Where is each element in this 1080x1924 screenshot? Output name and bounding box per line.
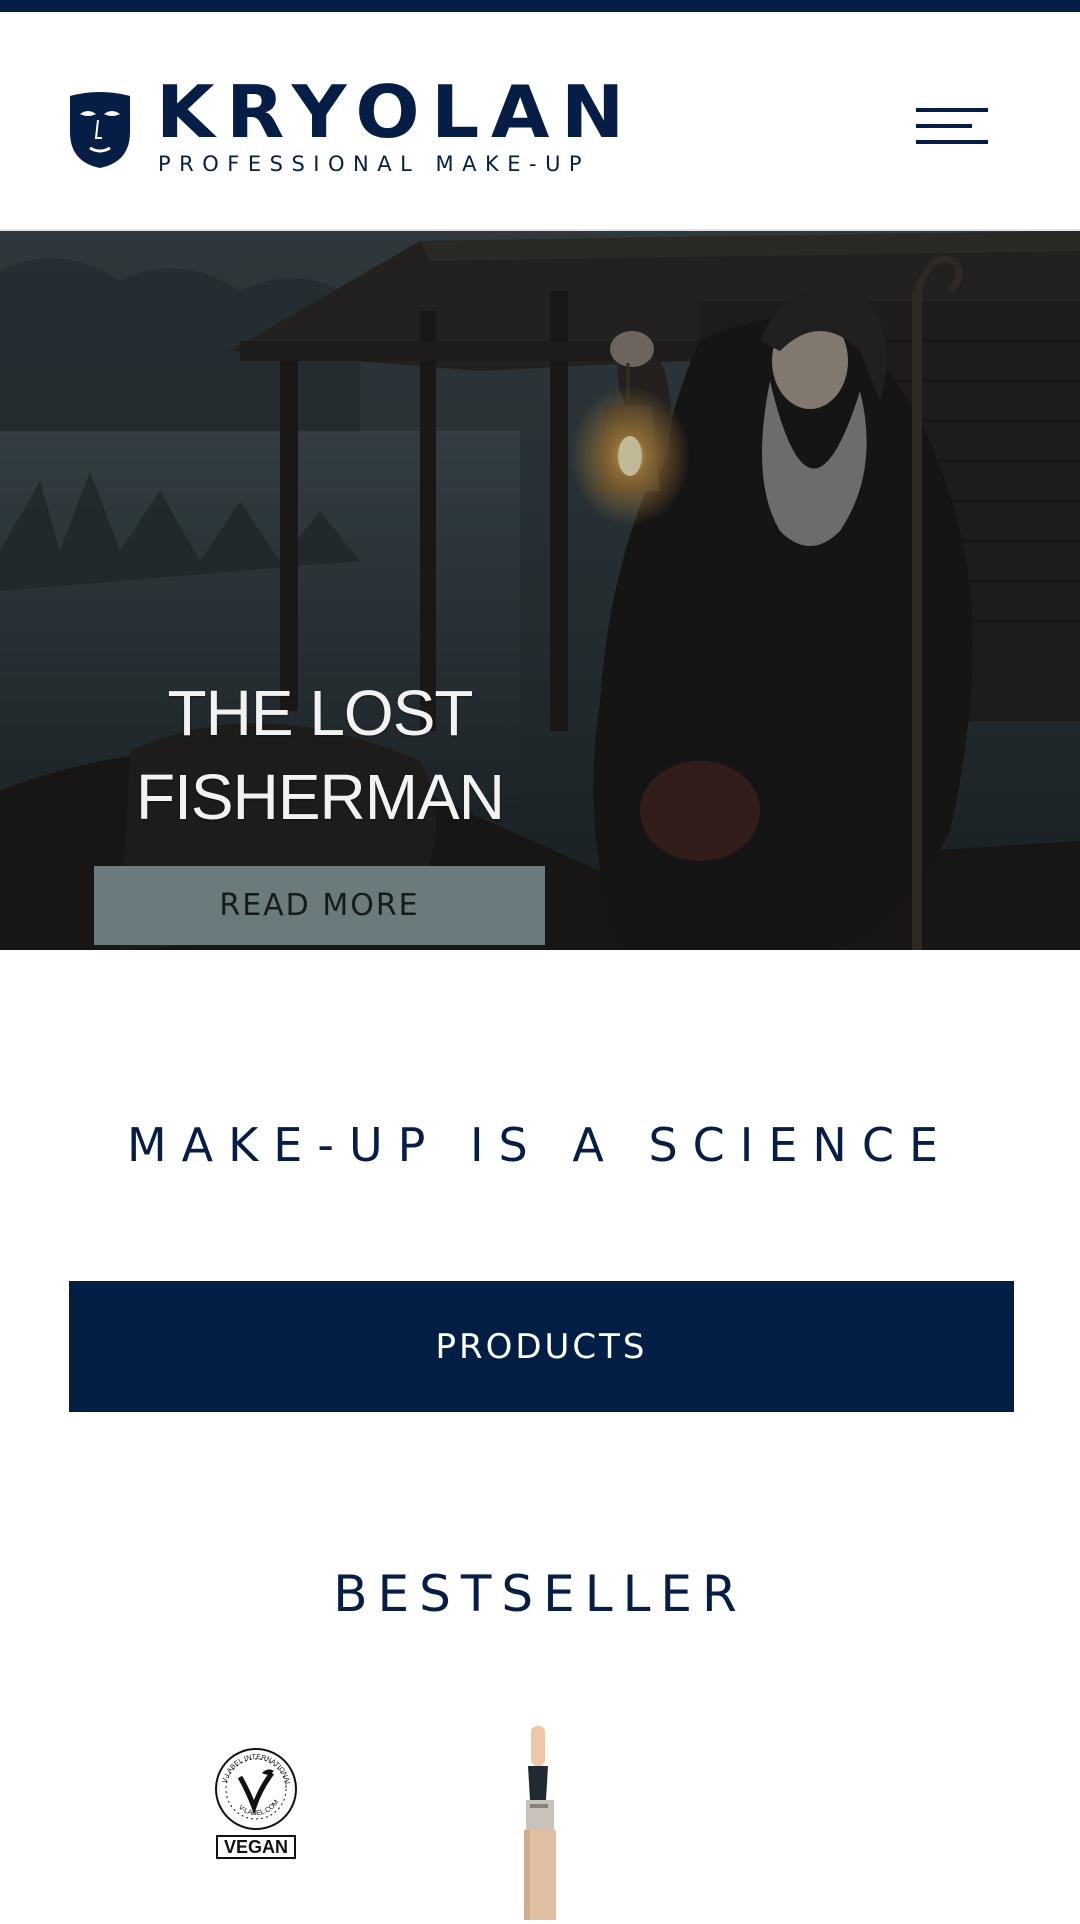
vegan-ring-text: V-LABEL INTERNATIONAL bbox=[222, 1754, 291, 1787]
hero-banner: THE LOST FISHERMAN READ MORE bbox=[0, 231, 1080, 950]
bestseller-heading: BESTSELLER bbox=[333, 1565, 747, 1623]
theatre-mask-icon bbox=[70, 92, 130, 168]
vegan-url-text: V-LABEL.COM bbox=[237, 1799, 281, 1817]
vegan-badge: V-LABEL INTERNATIONAL V-LABEL.COM VEGAN bbox=[212, 1745, 300, 1860]
read-more-button[interactable]: READ MORE bbox=[94, 866, 545, 945]
top-accent-bar bbox=[0, 0, 1080, 12]
hero-title: THE LOST FISHERMAN bbox=[136, 677, 505, 833]
science-tagline: MAKE-UP IS A SCIENCE bbox=[126, 1118, 954, 1172]
product-image[interactable] bbox=[506, 1720, 576, 1920]
concealer-pen-image bbox=[524, 1726, 556, 1920]
v-label-icon: V-LABEL INTERNATIONAL V-LABEL.COM bbox=[215, 1748, 297, 1830]
products-button[interactable]: PRODUCTS bbox=[69, 1281, 1014, 1412]
hamburger-menu-icon[interactable] bbox=[916, 108, 988, 148]
vegan-label: VEGAN bbox=[216, 1835, 296, 1859]
brand-tagline: PROFESSIONAL MAKE-UP bbox=[158, 152, 591, 176]
hero-image bbox=[0, 231, 1080, 950]
brand-name: KRYOLAN bbox=[156, 70, 636, 154]
kryolan-logo[interactable]: KRYOLAN PROFESSIONAL MAKE-UP bbox=[68, 76, 678, 178]
site-header: KRYOLAN PROFESSIONAL MAKE-UP bbox=[0, 12, 1080, 231]
